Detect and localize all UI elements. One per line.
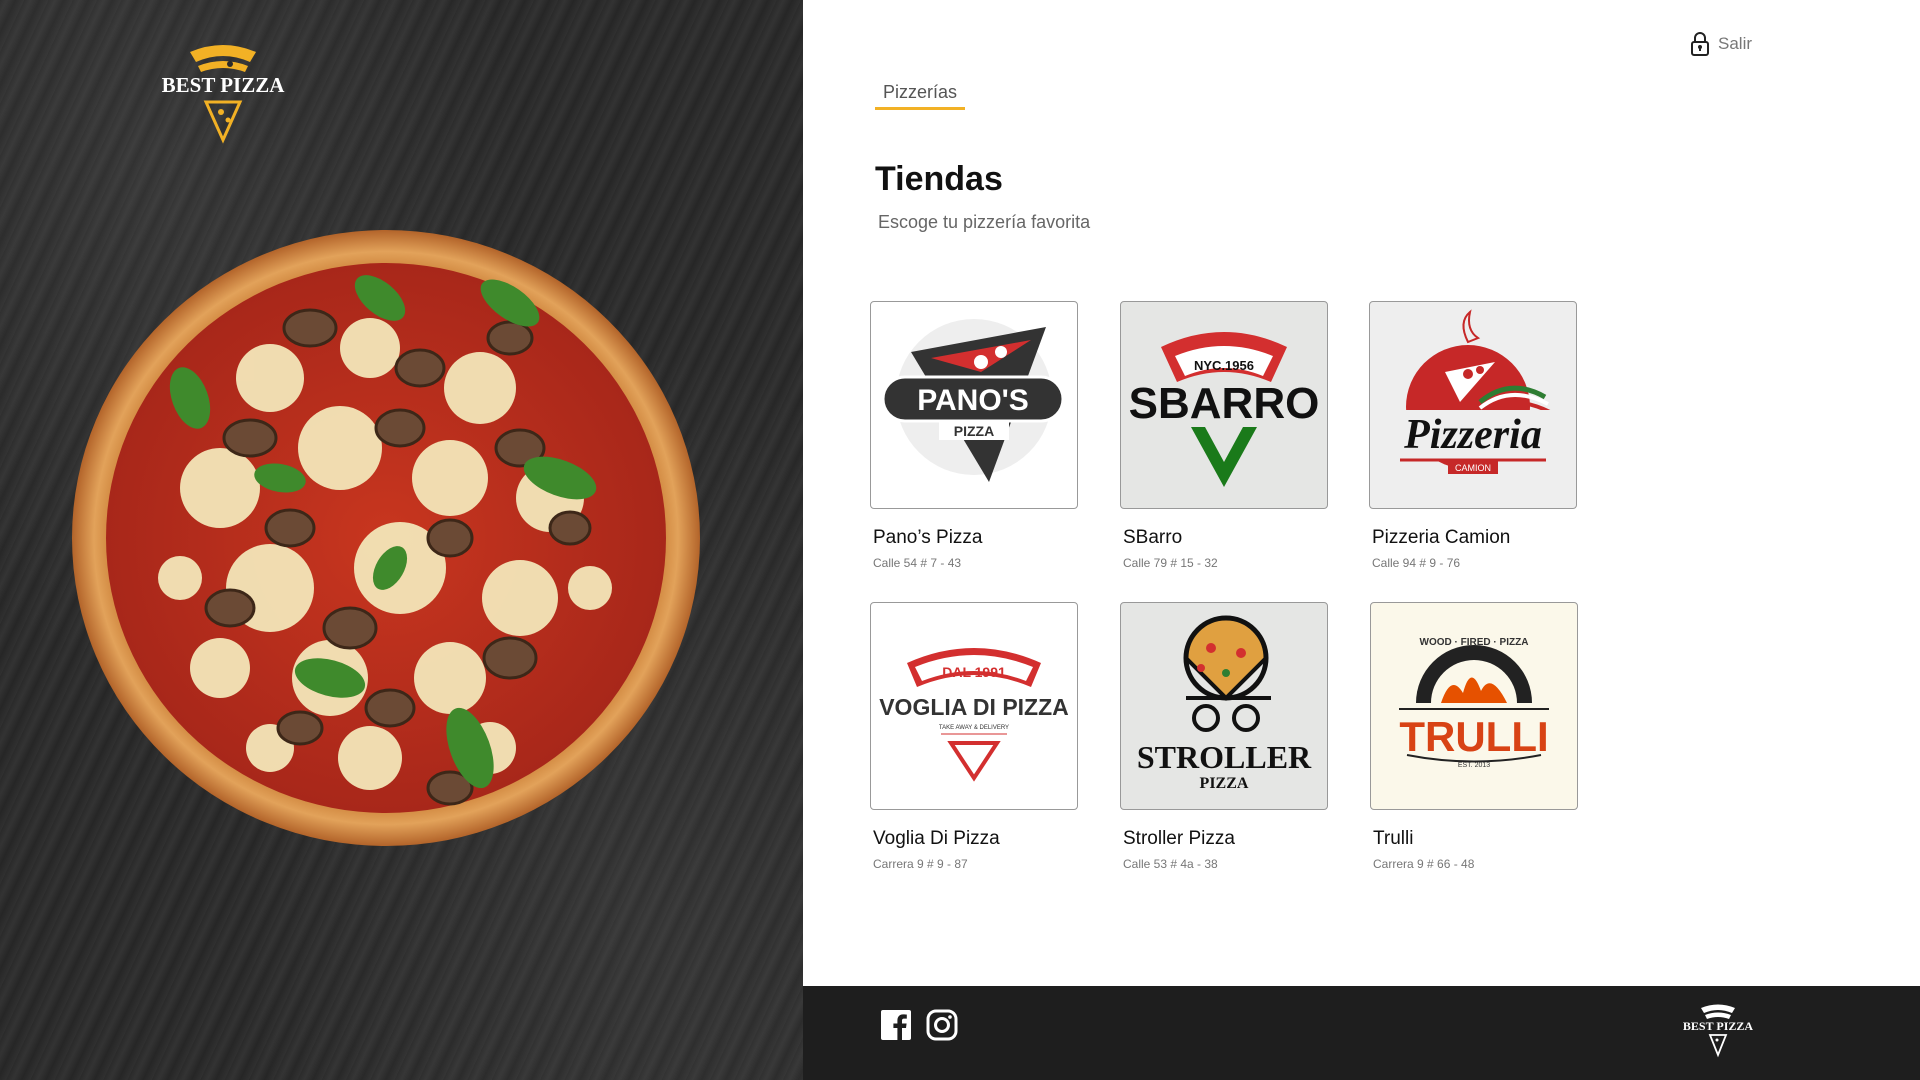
store-card-panos[interactable]: PANO'S PIZZA Pano’s Pizza Calle 54 # 7 -… — [870, 301, 1078, 570]
store-card-sbarro[interactable]: NYC.1956 SBARRO SBarro Calle 79 # 15 - 3… — [1120, 301, 1328, 570]
svg-text:TRULLI: TRULLI — [1399, 713, 1548, 760]
page-title: Tiendas — [875, 160, 1003, 198]
store-address: Calle 54 # 7 - 43 — [873, 556, 962, 570]
lock-icon — [1691, 32, 1709, 56]
store-card-voglia[interactable]: DAL 1991 VOGLIA DI PIZZA TAKE AWAY & DEL… — [870, 602, 1078, 871]
store-logo-voglia: DAL 1991 VOGLIA DI PIZZA TAKE AWAY & DEL… — [870, 602, 1078, 810]
store-name: Voglia Di Pizza — [873, 828, 1000, 849]
svg-text:SBARRO: SBARRO — [1129, 379, 1320, 428]
hero-panel: BEST PIZZA — [0, 0, 803, 1080]
social-links — [880, 1009, 958, 1041]
store-logo-sbarro: NYC.1956 SBARRO — [1120, 301, 1328, 509]
store-grid: PANO'S PIZZA Pano’s Pizza Calle 54 # 7 -… — [870, 301, 1610, 891]
store-name: Pano’s Pizza — [873, 527, 983, 548]
svg-text:DAL 1991: DAL 1991 — [942, 664, 1006, 680]
store-name: Pizzeria Camion — [1372, 527, 1511, 548]
facebook-icon[interactable] — [880, 1009, 912, 1041]
store-name: Trulli — [1373, 828, 1414, 849]
store-card-stroller[interactable]: STROLLER PIZZA Stroller Pizza Calle 53 #… — [1120, 602, 1328, 871]
store-name: SBarro — [1123, 527, 1183, 548]
store-address: Calle 94 # 9 - 76 — [1372, 556, 1461, 570]
store-card-camion[interactable]: Pizzeria CAMION Pizzeria Camion Calle 94… — [1369, 301, 1577, 570]
pizza-image — [72, 230, 700, 846]
instagram-icon[interactable] — [926, 1009, 958, 1041]
store-logo-trulli: WOOD · FIRED · PIZZA TRULLI EST. 2013 — [1370, 602, 1578, 810]
store-address: Carrera 9 # 66 - 48 — [1373, 857, 1475, 871]
svg-text:STROLLER: STROLLER — [1137, 739, 1312, 775]
svg-text:PIZZA: PIZZA — [1200, 775, 1249, 792]
svg-text:BEST PIZZA: BEST PIZZA — [1683, 1019, 1753, 1033]
tab-pizzerias[interactable]: Pizzerías — [875, 82, 965, 110]
svg-text:NYC.1956: NYC.1956 — [1194, 358, 1254, 373]
svg-text:TAKE AWAY & DELIVERY: TAKE AWAY & DELIVERY — [939, 725, 1009, 731]
svg-text:Pizzeria: Pizzeria — [1403, 412, 1542, 458]
logout-label: Salir — [1718, 34, 1753, 53]
store-name: Stroller Pizza — [1123, 828, 1235, 849]
store-logo-camion: Pizzeria CAMION — [1369, 301, 1577, 509]
store-address: Calle 79 # 15 - 32 — [1123, 556, 1218, 570]
store-card-trulli[interactable]: WOOD · FIRED · PIZZA TRULLI EST. 2013 Tr… — [1370, 602, 1578, 871]
store-logo-stroller: STROLLER PIZZA — [1120, 602, 1328, 810]
best-pizza-logo[interactable]: BEST PIZZA — [158, 40, 288, 145]
svg-text:WOOD · FIRED · PIZZA: WOOD · FIRED · PIZZA — [1420, 637, 1529, 648]
svg-text:EST. 2013: EST. 2013 — [1458, 762, 1490, 769]
svg-text:VOGLIA DI PIZZA: VOGLIA DI PIZZA — [879, 694, 1069, 720]
page-subtitle: Escoge tu pizzería favorita — [878, 212, 1091, 232]
logo-text: BEST PIZZA — [162, 73, 286, 97]
svg-text:PIZZA: PIZZA — [954, 423, 994, 439]
footer-best-pizza-logo[interactable]: BEST PIZZA — [1683, 1002, 1753, 1058]
svg-text:CAMION: CAMION — [1455, 463, 1491, 473]
store-address: Calle 53 # 4a - 38 — [1123, 857, 1218, 871]
svg-text:PANO'S: PANO'S — [917, 384, 1029, 417]
store-address: Carrera 9 # 9 - 87 — [873, 857, 968, 871]
logout-button[interactable]: Salir — [1690, 32, 1752, 56]
store-logo-panos: PANO'S PIZZA — [870, 301, 1078, 509]
